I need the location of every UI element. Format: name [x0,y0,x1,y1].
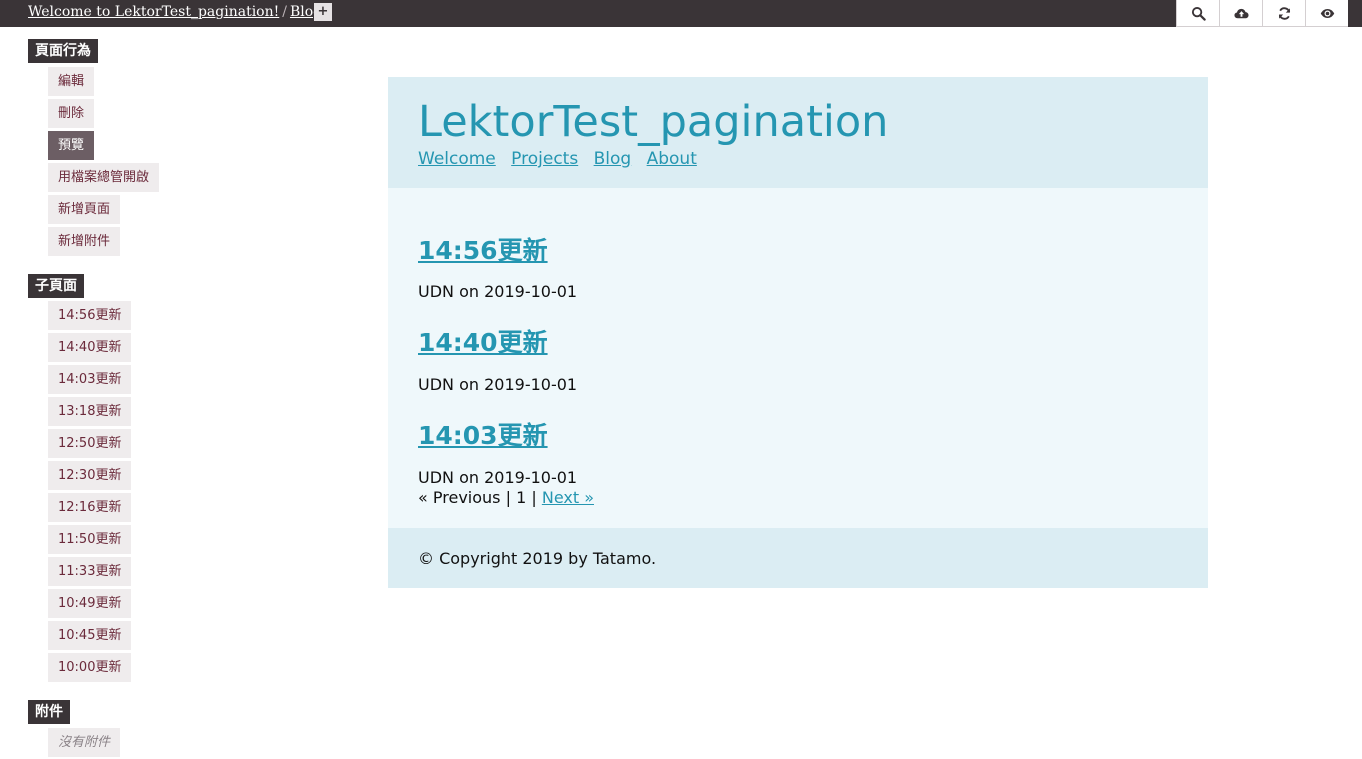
child-page-link[interactable]: 11:33更新 [48,557,132,586]
action-add-page[interactable]: 新增頁面 [48,195,121,224]
pagination-next-link[interactable]: Next » [542,488,594,507]
copyright-text: © Copyright 2019 by Tatamo. [418,549,657,568]
pagination-divider: | [531,488,537,507]
child-page-link[interactable]: 12:50更新 [48,429,132,458]
site-header: LektorTest_pagination Welcome Projects B… [388,77,1208,188]
child-page-link[interactable]: 10:45更新 [48,621,132,650]
nav-blog[interactable]: Blog [594,149,632,169]
refresh-icon [1278,6,1290,20]
child-page-link[interactable]: 13:18更新 [48,397,132,426]
action-preview[interactable]: 預覽 [48,131,95,160]
pagination-previous: « Previous [418,488,501,507]
child-page-link[interactable]: 10:00更新 [48,653,132,682]
page-actions-heading: 頁面行為 [28,39,98,63]
cloud-upload-icon [1233,8,1249,18]
site-nav: Welcome Projects Blog About [418,149,707,169]
child-pages-heading: 子頁面 [28,274,84,298]
pagination-divider: | [505,488,511,507]
nav-about[interactable]: About [647,149,697,169]
attachments-heading: 附件 [28,700,70,724]
publish-button[interactable] [1219,0,1262,27]
child-page-link[interactable]: 12:16更新 [48,493,132,522]
action-edit[interactable]: 編輯 [48,67,95,96]
nav-projects[interactable]: Projects [511,149,578,169]
child-page-link[interactable]: 14:56更新 [48,301,132,330]
pagination: « Previous | 1 | Next » [418,488,594,507]
pagination-current-page: 1 [516,488,527,507]
breadcrumb-home-link[interactable]: Welcome to LektorTest_pagination! [28,4,279,20]
child-page-link[interactable]: 14:03更新 [48,365,132,394]
search-icon [1191,6,1206,21]
eye-icon [1320,8,1334,18]
child-page-link[interactable]: 14:40更新 [48,333,132,362]
post-meta: UDN on 2019-10-01 [418,468,578,487]
toolbar [1176,0,1348,27]
site-preview: LektorTest_pagination Welcome Projects B… [388,77,1208,588]
action-add-attachment[interactable]: 新增附件 [48,227,121,256]
search-button[interactable] [1176,0,1219,27]
nav-welcome[interactable]: Welcome [418,149,496,169]
refresh-button[interactable] [1262,0,1305,27]
child-page-link[interactable]: 11:50更新 [48,525,132,554]
action-delete[interactable]: 刪除 [48,99,95,128]
breadcrumb: Welcome to LektorTest_pagination! / Blog [28,4,322,20]
admin-topbar: Welcome to LektorTest_pagination! / Blog + [0,0,1362,27]
breadcrumb-separator: / [282,4,287,20]
post-title-link[interactable]: 14:03更新 [418,416,548,452]
action-open-in-file-browser[interactable]: 用檔案總管開啟 [48,163,160,192]
post-title-link[interactable]: 14:56更新 [418,231,548,267]
site-title: LektorTest_pagination [418,97,889,147]
child-page-link[interactable]: 10:49更新 [48,589,132,618]
child-page-link[interactable]: 12:30更新 [48,461,132,490]
preview-button[interactable] [1305,0,1348,27]
site-footer: © Copyright 2019 by Tatamo. [388,528,1208,588]
post-meta: UDN on 2019-10-01 [418,375,578,394]
no-attachments-label: 沒有附件 [48,728,121,757]
post-title-link[interactable]: 14:40更新 [418,323,548,359]
post-meta: UDN on 2019-10-01 [418,282,578,301]
add-page-button[interactable]: + [314,3,332,21]
